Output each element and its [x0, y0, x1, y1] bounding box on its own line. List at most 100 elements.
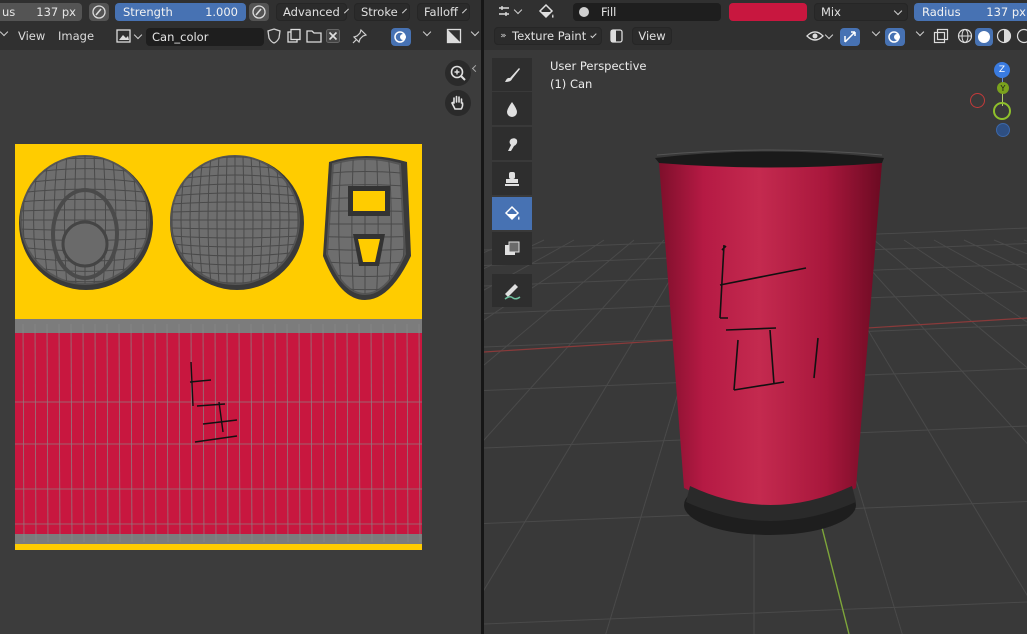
navigation-gizmo[interactable]: Z Y	[964, 58, 1027, 148]
fill-bucket-icon	[538, 3, 554, 19]
chevron-down-icon[interactable]	[871, 27, 881, 37]
image-editor-tool-header: us 137 px Strength 1.000 Advanced Stroke…	[0, 0, 481, 24]
image-icon	[116, 29, 131, 43]
viewport-tool-header: Fill Mix Radius 137 px	[484, 0, 1027, 24]
chevron-down-icon	[461, 8, 467, 13]
display-channels-button[interactable]	[446, 28, 462, 44]
drop-icon	[507, 101, 517, 117]
open-image-button[interactable]	[306, 28, 323, 44]
tool-smear[interactable]	[492, 127, 532, 160]
slot-button[interactable]	[608, 28, 624, 44]
falloff-dropdown[interactable]: Falloff	[417, 3, 470, 21]
chevron-down-icon[interactable]	[0, 27, 9, 37]
image-editor: us 137 px Strength 1.000 Advanced Stroke…	[0, 0, 481, 634]
tool-annotate[interactable]	[492, 274, 532, 307]
mask-icon	[505, 241, 520, 255]
radius-value: 137 px	[986, 5, 1026, 19]
menu-view[interactable]: View	[632, 27, 672, 45]
menu-view[interactable]: View	[18, 29, 45, 43]
pen-pressure-icon	[252, 5, 266, 19]
gizmo-toggle[interactable]	[840, 28, 860, 46]
mode-label: Texture Paint	[512, 29, 587, 43]
chevron-down-icon[interactable]	[422, 27, 432, 37]
gizmo-z-axis[interactable]: Z	[994, 62, 1010, 78]
3d-viewport[interactable]: Fill Mix Radius 137 px Texture Paint Vie…	[484, 0, 1027, 634]
zoom-icon	[450, 65, 466, 81]
tool-soften[interactable]	[492, 92, 532, 125]
tool-fill[interactable]	[492, 197, 532, 230]
stroke-dropdown[interactable]: Stroke	[354, 3, 410, 21]
radius-pressure-button[interactable]	[89, 3, 109, 21]
radius-label: us	[2, 5, 16, 19]
smear-finger-icon	[508, 137, 518, 151]
gizmo-icon	[844, 31, 856, 43]
texture-paint-icon	[501, 33, 506, 38]
shading-wireframe[interactable]	[957, 28, 973, 44]
zoom-button[interactable]	[445, 60, 471, 86]
chevron-down-icon	[401, 8, 407, 13]
overlays-icon	[888, 31, 900, 43]
shading-rendered[interactable]	[1016, 28, 1027, 44]
fake-user-button[interactable]	[267, 28, 281, 44]
sidebar-toggle-arrow-icon[interactable]	[471, 64, 480, 73]
menu-image[interactable]: Image	[58, 29, 94, 43]
perspective-label: User Perspective	[550, 59, 647, 73]
brush-selector[interactable]: Fill	[573, 3, 721, 21]
shading-material[interactable]	[996, 28, 1012, 44]
brush-color-swatch[interactable]	[729, 3, 807, 21]
chevron-down-icon	[824, 30, 834, 39]
chevron-down-icon	[513, 5, 523, 14]
uv-image-canvas[interactable]	[15, 144, 422, 550]
image-editor-menu-bar: View Image Can_color	[0, 24, 481, 50]
tool-settings-button[interactable]	[496, 3, 523, 19]
xray-icon	[933, 28, 949, 44]
strength-pressure-button[interactable]	[249, 3, 269, 21]
tool-clone[interactable]	[492, 162, 532, 195]
stamp-icon	[505, 171, 519, 186]
gizmo-neg-y-axis[interactable]	[993, 102, 1011, 120]
image-name-field[interactable]: Can_color	[146, 28, 264, 46]
pen-pressure-icon	[92, 5, 106, 19]
viewport-scene[interactable]	[484, 0, 1027, 634]
visibility-button[interactable]	[806, 28, 834, 44]
gizmo-neg-z-axis[interactable]	[996, 123, 1010, 137]
pin-button[interactable]	[352, 28, 368, 44]
overlays-toggle[interactable]	[391, 28, 411, 46]
shading-solid[interactable]	[975, 28, 993, 46]
rendered-sphere-icon	[1016, 28, 1027, 44]
blend-mode-dropdown[interactable]: Mix	[814, 3, 908, 21]
unlink-image-button[interactable]	[326, 28, 340, 44]
duplicate-image-button[interactable]	[286, 28, 302, 44]
tool-draw[interactable]	[492, 58, 532, 91]
advanced-label: Advanced	[283, 5, 340, 19]
tool-mask[interactable]	[492, 232, 532, 265]
can-object[interactable]	[655, 149, 884, 535]
material-sphere-icon	[996, 28, 1012, 44]
shield-icon	[267, 28, 281, 44]
xray-toggle[interactable]	[933, 28, 949, 44]
strength-value: 1.000	[205, 5, 238, 19]
radius-field[interactable]: Radius 137 px	[914, 3, 1027, 21]
advanced-dropdown[interactable]: Advanced	[276, 3, 349, 21]
chevron-down-icon	[590, 31, 597, 38]
overlays-toggle[interactable]	[885, 28, 905, 46]
radius-label: Radius	[922, 5, 961, 19]
chevron-down-icon[interactable]	[915, 27, 925, 37]
radius-value: 137 px	[36, 5, 76, 19]
active-tool-fill[interactable]	[536, 2, 556, 22]
hand-icon	[451, 95, 464, 110]
folder-icon	[306, 30, 322, 43]
gizmo-neg-x-axis[interactable]	[970, 93, 985, 108]
chevron-down-icon[interactable]	[470, 27, 480, 37]
mode-dropdown[interactable]: Texture Paint	[494, 27, 602, 45]
fill-bucket-icon	[504, 205, 520, 220]
close-icon	[326, 29, 340, 43]
strength-field[interactable]: Strength 1.000	[115, 3, 246, 21]
gizmo-y-axis[interactable]: Y	[997, 82, 1009, 94]
radius-field[interactable]: us 137 px	[0, 3, 82, 21]
pan-button[interactable]	[445, 90, 471, 116]
eye-icon	[806, 31, 824, 41]
tool-settings-icon	[499, 6, 509, 16]
image-browse-button[interactable]	[116, 28, 143, 44]
wireframe-sphere-icon	[957, 28, 973, 44]
